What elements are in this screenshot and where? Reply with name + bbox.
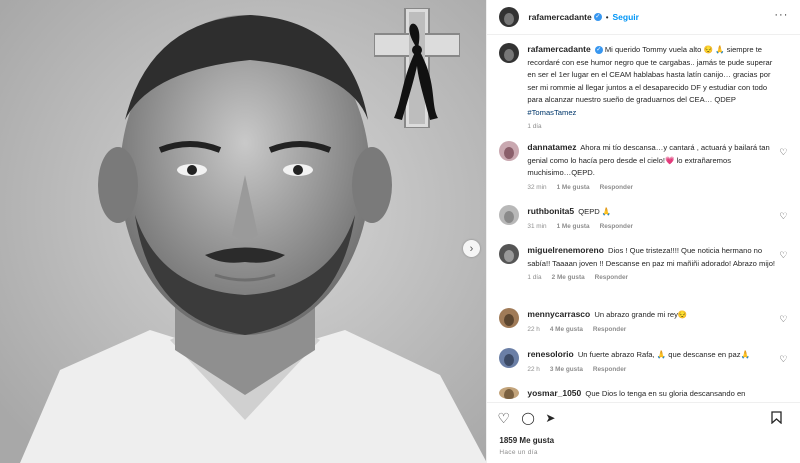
hashtag-link[interactable]: #TomasTamez [527,108,576,117]
comment-time: 32 min [527,183,547,191]
comment-likes[interactable]: 1 Me gusta [557,184,590,191]
comment-username[interactable]: yosmar_1050 [527,388,581,398]
author-avatar[interactable] [499,7,520,27]
reply-button[interactable]: Responder [595,274,628,281]
follow-button[interactable]: Seguir [613,12,639,22]
more-icon[interactable]: ··· [774,9,788,21]
commenter-avatar[interactable] [499,205,520,225]
like-count[interactable]: 1859 Me gusta [499,436,554,445]
author-avatar-small[interactable] [499,43,520,63]
comment-username[interactable]: mennycarrasco [527,309,590,319]
heart-icon[interactable]: ♡ [497,411,510,425]
share-icon[interactable]: ➤ [545,411,555,425]
heart-icon[interactable]: ♡ [779,354,787,365]
post-image[interactable]: › [0,0,487,463]
chevron-right-icon: › [469,242,474,255]
instagram-post: › rafamercadante ✓ • Seguir ··· rafamerc… [0,0,800,463]
comment-likes[interactable]: 3 Me gusta [550,366,583,373]
separator-dot: • [605,12,609,22]
comment-text: QEPD 🙏 [578,207,612,216]
commenter-avatar[interactable] [499,387,520,399]
heart-icon[interactable]: ♡ [779,211,787,222]
comment-username[interactable]: dannatamez [527,142,576,152]
comment-likes[interactable]: 4 Me gusta [550,326,583,333]
reply-button[interactable]: Responder [600,184,633,191]
post-timestamp: Hace un día [499,449,538,456]
heart-icon[interactable]: ♡ [779,314,787,325]
reply-button[interactable]: Responder [593,366,626,373]
comment-time: 1 día [527,274,542,281]
comment-time: 31 min [527,222,547,230]
comment-username[interactable]: ruthbonita5 [527,206,574,216]
comment-likes[interactable]: 2 Me gusta [552,274,585,281]
comment-likes[interactable]: 1 Me gusta [557,223,590,230]
author-username[interactable]: rafamercadante [528,12,591,22]
comments-list[interactable]: rafamercadante ✓ Mi querido Tommy vuela a… [487,35,800,401]
comment-text: Un abrazo grande mi rey😔 [594,310,688,319]
comment-icon[interactable]: ◯ [521,411,534,425]
comment-text: Un fuerte abrazo Rafa, 🙏 que descanse en… [577,350,750,359]
reply-button[interactable]: Responder [593,326,626,333]
heart-icon[interactable]: ♡ [779,147,787,158]
bookmark-icon[interactable] [771,411,783,426]
post-header: rafamercadante ✓ • Seguir ··· [487,0,800,35]
post-sidebar: rafamercadante ✓ • Seguir ··· rafamercad… [486,0,800,463]
next-image-button[interactable]: › [463,240,480,257]
commenter-avatar[interactable] [499,244,520,264]
caption-username[interactable]: rafamercadante [527,44,590,54]
comment-text: Que Dios lo tenga en su gloria descansan… [585,389,746,398]
comment-time: 22 h [527,325,540,333]
heart-icon[interactable]: ♡ [779,250,787,261]
comment-username[interactable]: renesolorio [527,349,573,359]
action-bar: ♡ ◯ ➤ [487,402,800,427]
commenter-avatar[interactable] [499,308,520,328]
reply-button[interactable]: Responder [600,223,633,230]
comment-username[interactable]: miguelrenemoreno [527,245,604,255]
verified-badge-icon: ✓ [594,46,603,54]
commenter-avatar[interactable] [499,348,520,368]
caption-time: 1 día [527,123,542,130]
commenter-avatar[interactable] [499,141,520,161]
comment-time: 22 h [527,365,540,373]
mourning-ribbon-cross-icon [374,8,460,128]
verified-badge-icon: ✓ [593,13,602,21]
